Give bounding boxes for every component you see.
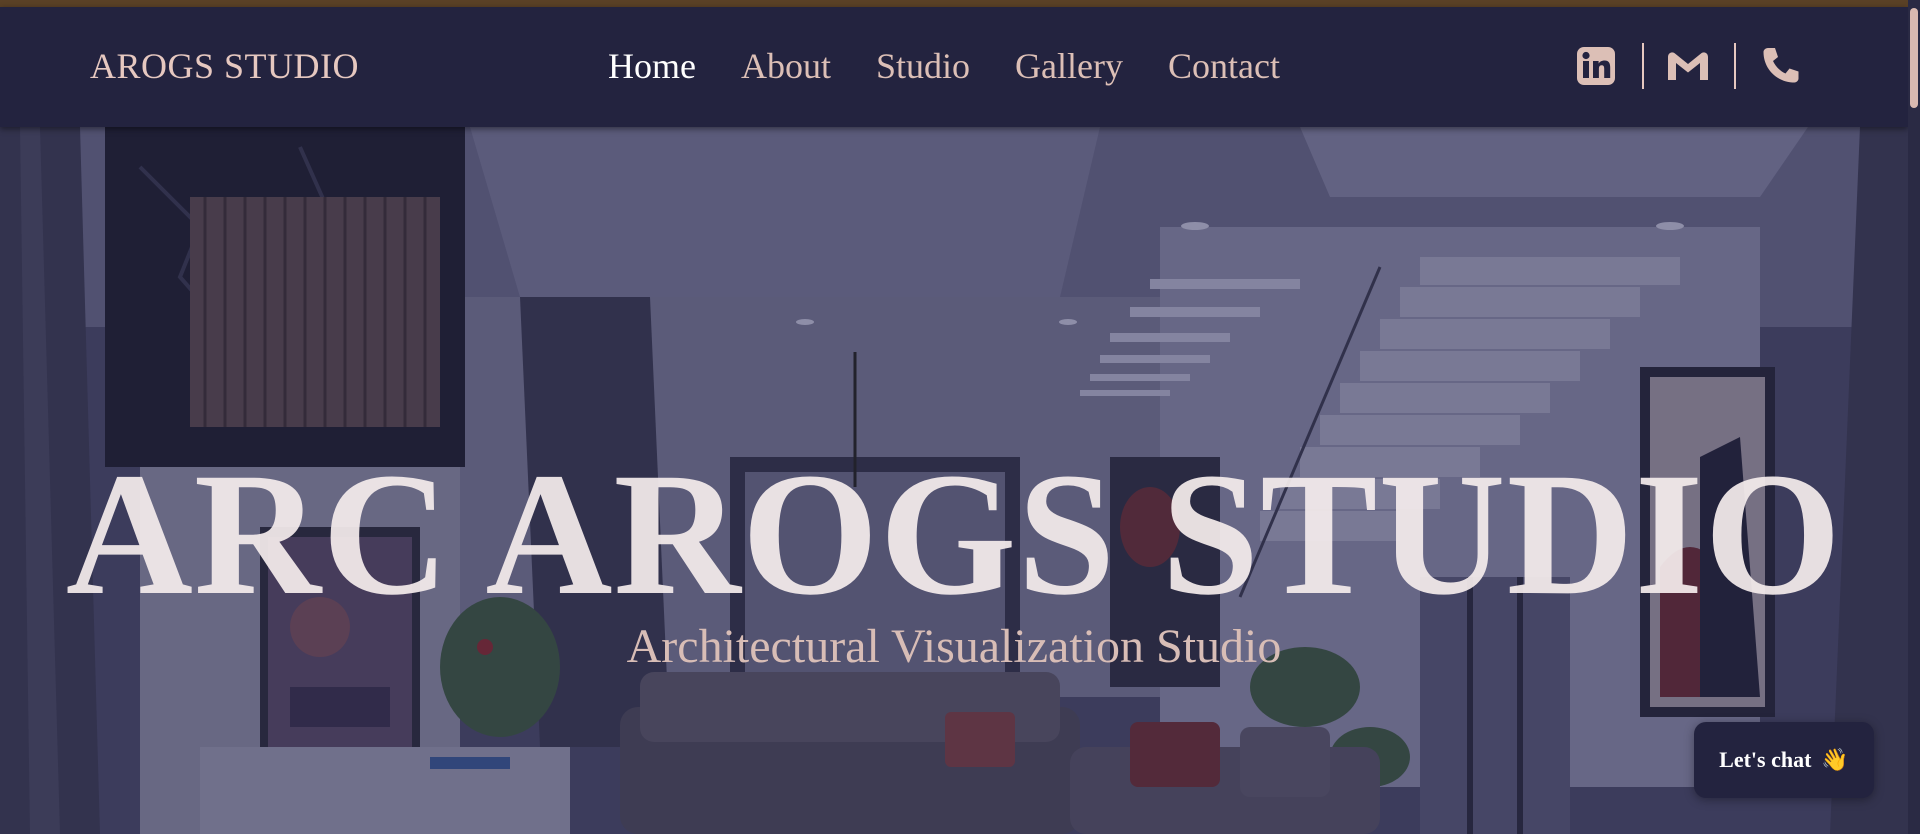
scrollbar[interactable] <box>1908 0 1920 834</box>
hero-section: ARC AROGS STUDIO Architectural Visualiza… <box>0 127 1908 834</box>
nav-home[interactable]: Home <box>608 45 696 87</box>
phone-icon[interactable] <box>1758 44 1802 88</box>
chat-button[interactable]: Let's chat 👋 <box>1694 722 1874 798</box>
top-stripe <box>0 0 1920 7</box>
nav-contact[interactable]: Contact <box>1168 45 1280 87</box>
social-links <box>1574 39 1802 93</box>
nav-gallery[interactable]: Gallery <box>1015 45 1123 87</box>
social-divider <box>1642 43 1644 89</box>
hero-subtitle: Architectural Visualization Studio <box>626 620 1282 673</box>
navbar: AROGS STUDIO Home About Studio Gallery C… <box>0 7 1908 127</box>
nav-about[interactable]: About <box>741 45 831 87</box>
chat-label: Let's chat <box>1719 747 1812 772</box>
linkedin-icon[interactable] <box>1574 44 1618 88</box>
nav-studio[interactable]: Studio <box>876 45 970 87</box>
page: AROGS STUDIO Home About Studio Gallery C… <box>0 0 1920 834</box>
brand-logo[interactable]: AROGS STUDIO <box>90 45 359 87</box>
social-divider <box>1734 43 1736 89</box>
main-menu: Home About Studio Gallery Contact <box>608 45 1280 87</box>
gmail-icon[interactable] <box>1666 44 1710 88</box>
wave-icon: 👋 <box>1821 747 1849 773</box>
hero-title: ARC AROGS STUDIO <box>65 437 1843 632</box>
scrollbar-thumb[interactable] <box>1910 8 1918 108</box>
